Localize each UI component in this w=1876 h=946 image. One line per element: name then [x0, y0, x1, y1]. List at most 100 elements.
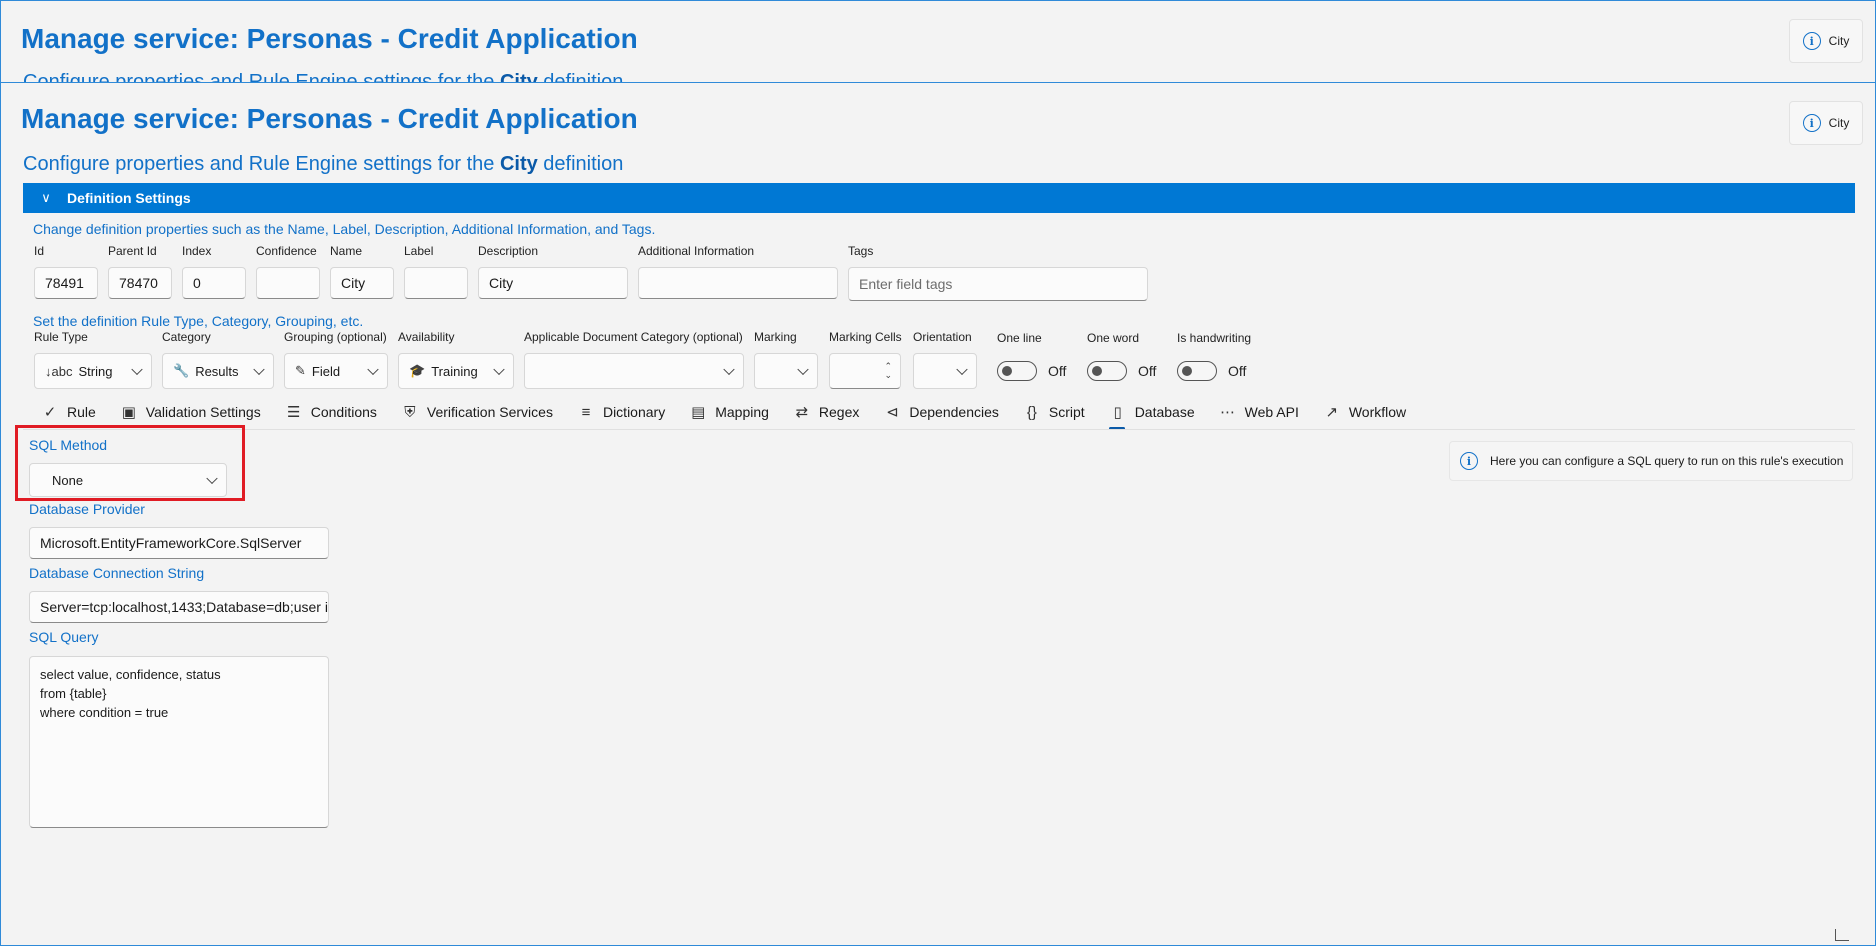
tab-workflow[interactable]: ↗ Workflow — [1323, 403, 1407, 421]
is-handwriting-state: Off — [1228, 363, 1247, 379]
info-icon: i — [1802, 32, 1821, 50]
label-field[interactable] — [404, 267, 468, 299]
availability-dropdown[interactable]: 🎓 Training — [398, 353, 514, 389]
label-label: Label — [404, 244, 434, 258]
globe-dots-icon: ⋯ — [1220, 404, 1236, 421]
regex-icon: ⇄ — [795, 404, 809, 421]
one-line-state: Off — [1048, 363, 1067, 379]
database-provider-field[interactable]: Microsoft.EntityFrameworkCore.SqlServer — [29, 527, 329, 559]
name-label: Name — [330, 244, 363, 258]
chevron-down-icon — [797, 363, 809, 376]
chevron-down-icon — [493, 363, 505, 376]
additional-info-label: Additional Information — [638, 244, 755, 258]
back-info-chip[interactable]: i City — [1789, 19, 1863, 63]
confidence-label: Confidence — [256, 244, 317, 258]
tab-web-api[interactable]: ⋯ Web API — [1219, 403, 1299, 421]
tab-conditions[interactable]: ☰ Conditions — [285, 403, 377, 421]
chevron-down-icon — [956, 363, 968, 376]
sql-query-label: SQL Query — [29, 629, 99, 645]
braces-icon: {} — [1026, 403, 1037, 421]
parent-id-field[interactable]: 78470 — [108, 267, 172, 299]
scan-icon: ▣ — [121, 404, 136, 421]
one-line-label: One line — [997, 331, 1042, 345]
one-word-label: One word — [1087, 331, 1140, 345]
chevron-down-icon: ∨ — [41, 190, 51, 205]
page-subtitle: Configure properties and Rule Engine set… — [23, 153, 624, 175]
highlight-box — [15, 425, 245, 501]
rule-type-dropdown[interactable]: ↓abc String — [34, 353, 152, 389]
rule-type-label: Rule Type — [34, 330, 88, 344]
applicable-category-label: Applicable Document Category (optional) — [524, 330, 743, 344]
updown-icon[interactable]: ⌃ ⌄ — [884, 362, 892, 380]
chevron-down-icon — [253, 363, 265, 376]
check-icon: ✓ — [43, 404, 57, 421]
additional-info-field[interactable] — [638, 267, 838, 299]
parent-id-label: Parent Id — [108, 244, 157, 258]
shield-icon: ⛨ — [404, 403, 416, 421]
sort-abc-icon: ↓abc — [45, 363, 73, 379]
index-label: Index — [182, 244, 212, 258]
name-field[interactable]: City — [330, 267, 394, 299]
grouping-dropdown[interactable]: ✎ Field — [284, 353, 388, 389]
id-field[interactable]: 78491 — [34, 267, 98, 299]
tags-field[interactable]: Enter field tags — [848, 267, 1148, 301]
tab-script[interactable]: {} Script — [1023, 404, 1085, 421]
orientation-dropdown[interactable] — [913, 353, 977, 389]
applicable-category-dropdown[interactable] — [524, 353, 744, 389]
graduation-cap-icon: 🎓 — [409, 363, 426, 378]
wrench-icon: 🔧 — [173, 363, 190, 378]
phone-icon: ▯ — [1113, 404, 1122, 421]
marking-dropdown[interactable] — [754, 353, 818, 389]
description-field[interactable]: City — [478, 267, 628, 299]
id-label: Id — [34, 244, 45, 258]
grouping-label: Grouping (optional) — [284, 330, 387, 344]
tab-rule[interactable]: ✓ Rule — [41, 403, 96, 421]
list-icon: ☰ — [287, 404, 301, 421]
main-window: Manage service: Personas - Credit Applic… — [0, 82, 1876, 946]
tags-label: Tags — [848, 244, 874, 258]
chevron-down-icon — [723, 363, 735, 376]
tab-validation-settings[interactable]: ▣ Validation Settings — [120, 403, 261, 421]
category-label: Category — [162, 330, 211, 344]
properties-hint: Change definition properties such as the… — [33, 221, 656, 237]
description-label: Description — [478, 244, 539, 258]
info-icon: i — [1460, 452, 1478, 470]
info-chip[interactable]: i City — [1789, 101, 1863, 145]
back-window: Manage service: Personas - Credit Applic… — [0, 0, 1876, 93]
expand-icon[interactable] — [1835, 929, 1849, 941]
category-dropdown[interactable]: 🔧 Results — [162, 353, 274, 389]
tab-verification-services[interactable]: ⛨ Verification Services — [401, 404, 553, 421]
sql-query-editor[interactable]: select value, confidence, status from {t… — [29, 656, 329, 828]
is-handwriting-toggle[interactable] — [1177, 361, 1217, 381]
tab-divider — [23, 429, 1855, 430]
dictionary-icon: ≡ — [581, 403, 591, 421]
connection-string-field[interactable]: Server=tcp:localhost,1433;Database=db;us… — [29, 591, 329, 623]
availability-label: Availability — [398, 330, 455, 344]
one-word-state: Off — [1138, 363, 1157, 379]
tab-regex[interactable]: ⇄ Regex — [793, 403, 860, 421]
marking-label: Marking — [754, 330, 797, 344]
book-icon: ▤ — [691, 404, 706, 421]
rule-tabs: ✓ Rule ▣ Validation Settings ☰ Conditions ⛨… — [41, 399, 1430, 430]
definition-settings-header[interactable]: ∨ Definition Settings — [23, 183, 1855, 213]
confidence-field[interactable] — [256, 267, 320, 299]
is-handwriting-label: Is handwriting — [1177, 331, 1252, 345]
tab-dictionary[interactable]: ≡ Dictionary — [577, 403, 666, 421]
marking-cells-stepper[interactable]: ⌃ ⌄ — [829, 353, 901, 389]
info-icon: i — [1802, 114, 1821, 132]
index-field[interactable]: 0 — [182, 267, 246, 299]
one-word-toggle[interactable] — [1087, 361, 1127, 381]
marking-cells-label: Marking Cells — [829, 330, 902, 344]
share-icon: ⊲ — [886, 404, 899, 421]
rule-settings-hint: Set the definition Rule Type, Category, … — [33, 313, 364, 329]
one-line-toggle[interactable] — [997, 361, 1037, 381]
connection-string-label: Database Connection String — [29, 565, 205, 581]
back-page-title: Manage service: Personas - Credit Applic… — [21, 23, 638, 54]
tab-mapping[interactable]: ▤ Mapping — [689, 403, 769, 421]
orientation-label: Orientation — [913, 330, 972, 344]
chevron-down-icon — [367, 363, 379, 376]
tab-dependencies[interactable]: ⊲ Dependencies — [883, 403, 999, 421]
workflow-icon: ↗ — [1325, 404, 1339, 421]
pen-icon: ✎ — [295, 363, 306, 378]
tab-database[interactable]: ▯ Database — [1108, 403, 1195, 430]
